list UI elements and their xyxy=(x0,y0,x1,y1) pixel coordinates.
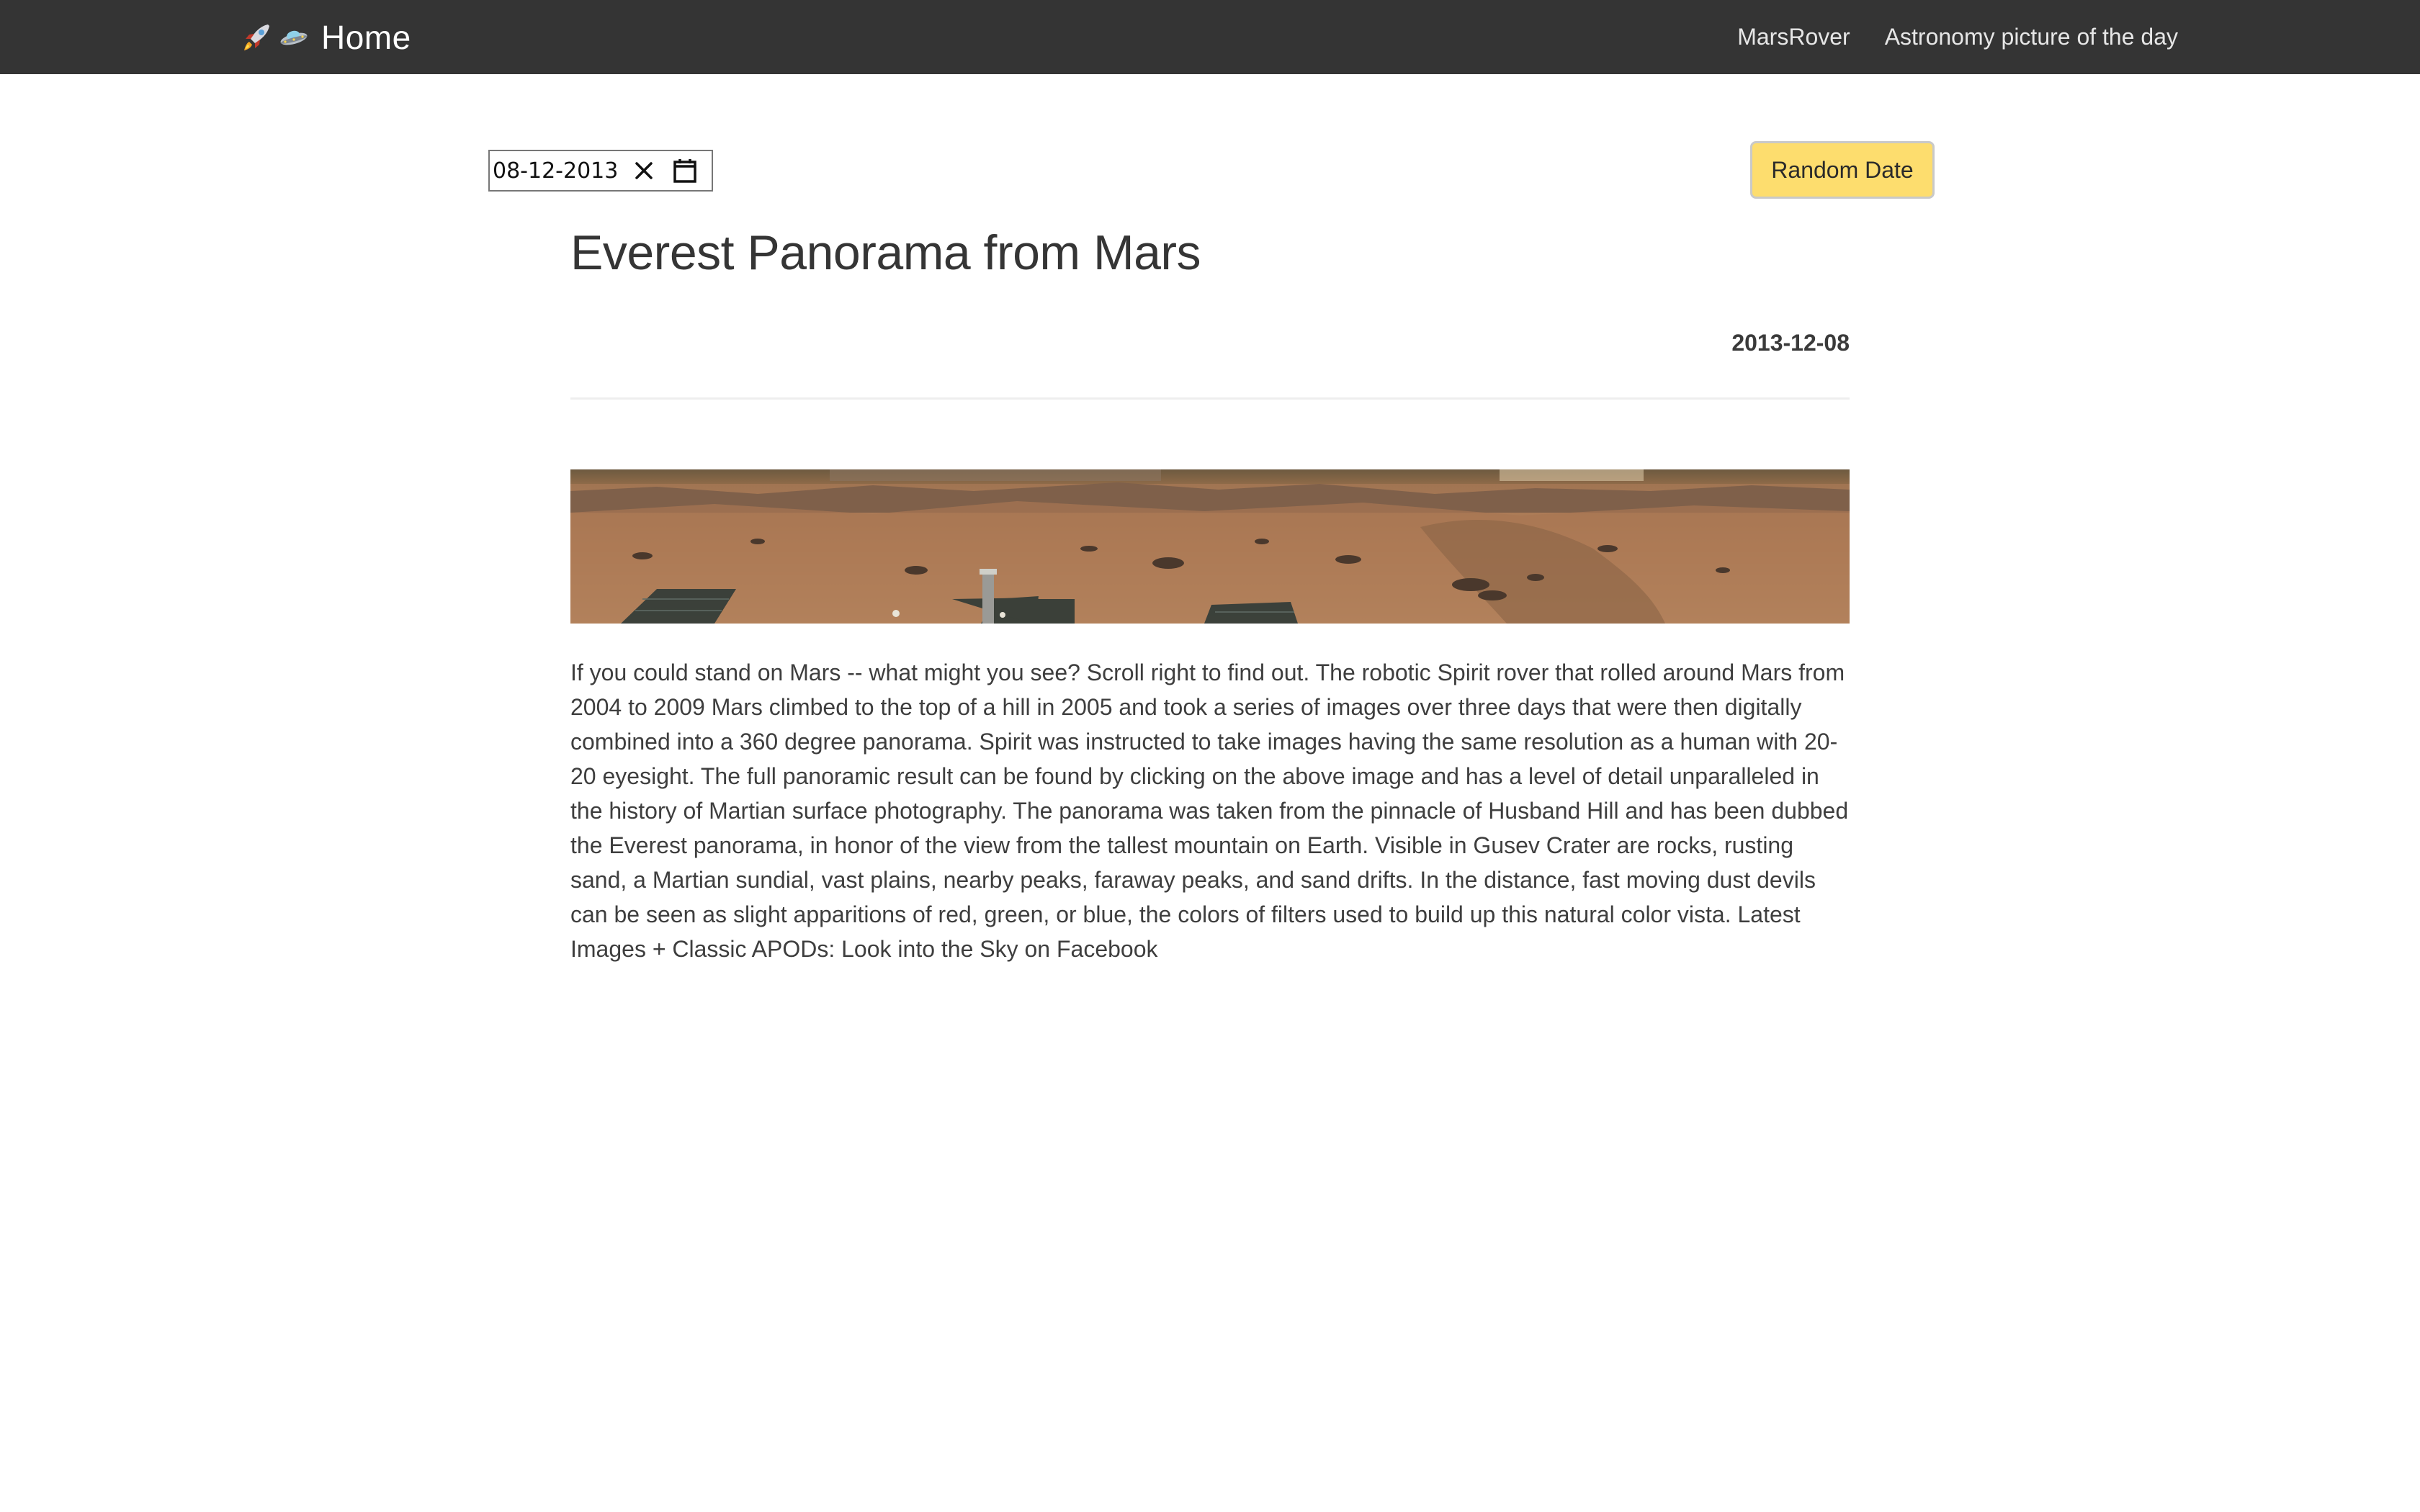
apod-explanation: If you could stand on Mars -- what might… xyxy=(570,660,1849,962)
brand-icons xyxy=(239,20,311,55)
close-icon[interactable] xyxy=(624,150,664,191)
nav-link-apod[interactable]: Astronomy picture of the day xyxy=(1885,24,2178,50)
home-link[interactable]: Home xyxy=(239,0,411,74)
nav-links: MarsRover Astronomy picture of the day xyxy=(1737,0,2178,74)
divider xyxy=(570,397,1850,400)
calendar-icon[interactable] xyxy=(664,150,706,191)
rocket-icon xyxy=(239,20,274,55)
apod-image[interactable] xyxy=(570,469,1850,624)
navbar: Home MarsRover Astronomy picture of the … xyxy=(0,0,2420,74)
date-picker xyxy=(488,150,713,192)
apod-title: Everest Panorama from Mars xyxy=(570,225,1201,280)
ufo-icon xyxy=(277,20,311,55)
random-date-button[interactable]: Random Date xyxy=(1750,141,1935,199)
apod-date: 2013-12-08 xyxy=(1731,330,1850,356)
date-input[interactable] xyxy=(490,158,624,184)
nav-link-marsrover[interactable]: MarsRover xyxy=(1737,24,1850,50)
brand-label: Home xyxy=(321,18,411,56)
